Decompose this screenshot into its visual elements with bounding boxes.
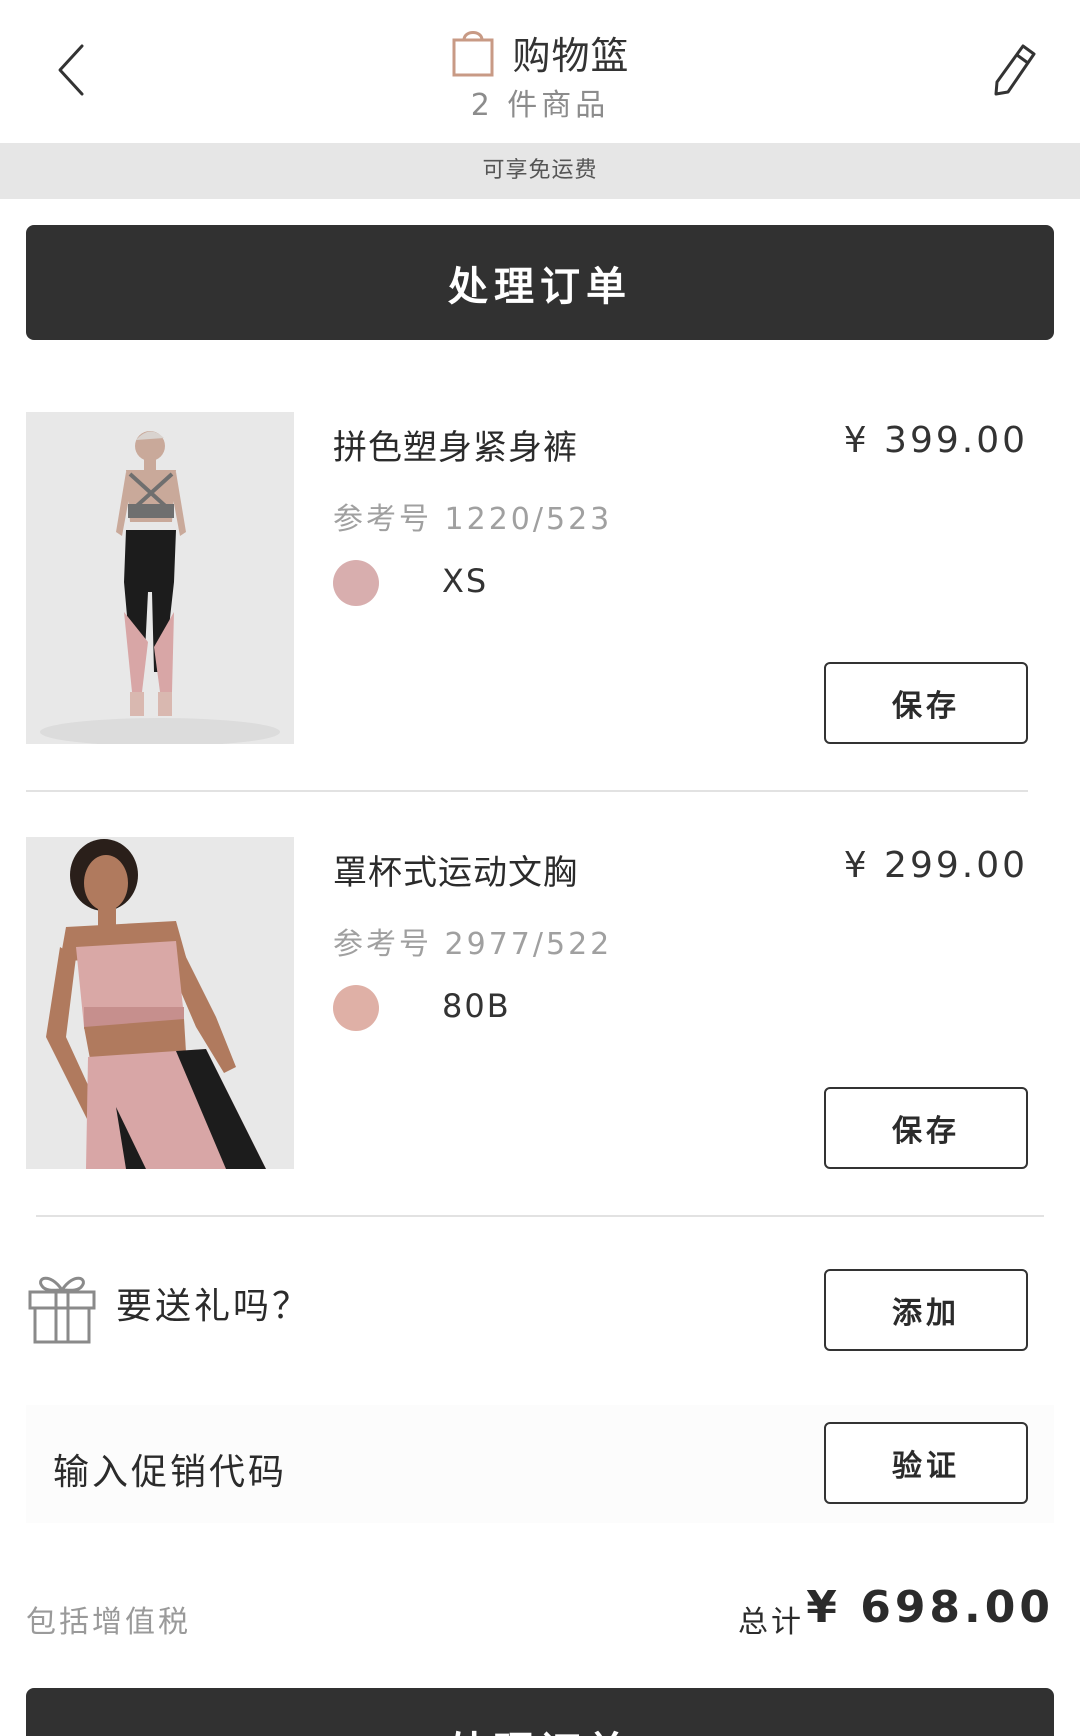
product-reference: 参考号 1220/523 bbox=[333, 502, 613, 537]
product-size: XS bbox=[442, 562, 489, 600]
cart-item: 拼色塑身紧身裤 ¥ 399.00 参考号 1220/523 XS 保存 bbox=[26, 412, 1028, 747]
checkout-button-bottom[interactable]: 处理订单 bbox=[26, 1688, 1054, 1736]
color-swatch bbox=[333, 560, 379, 606]
divider bbox=[36, 1215, 1044, 1217]
checkout-button[interactable]: 处理订单 bbox=[26, 225, 1054, 340]
cart-item: 罩杯式运动文胸 ¥ 299.00 参考号 2977/522 80B 保存 bbox=[26, 837, 1028, 1172]
shopping-bag-icon bbox=[452, 31, 494, 77]
save-button[interactable]: 保存 bbox=[824, 1087, 1028, 1169]
verify-promo-button[interactable]: 验证 bbox=[824, 1422, 1028, 1504]
product-price: ¥ 399.00 bbox=[843, 420, 1028, 461]
product-image[interactable] bbox=[26, 837, 294, 1169]
color-swatch bbox=[333, 985, 379, 1031]
divider bbox=[26, 790, 1028, 792]
product-size: 80B bbox=[442, 987, 511, 1025]
item-count: 2 件商品 bbox=[470, 88, 610, 123]
pencil-icon bbox=[994, 44, 1036, 96]
sports-bra-photo bbox=[26, 837, 294, 1169]
free-shipping-banner: 可享免运费 bbox=[0, 143, 1080, 199]
page-title: 购物篮 bbox=[512, 33, 630, 78]
add-gift-button[interactable]: 添加 bbox=[824, 1269, 1028, 1351]
title-row: 购物篮 bbox=[0, 22, 1080, 82]
product-name[interactable]: 罩杯式运动文胸 bbox=[333, 845, 578, 894]
gift-icon bbox=[28, 1276, 96, 1344]
promo-code-input[interactable]: 输入促销代码 bbox=[53, 1443, 287, 1495]
leggings-photo bbox=[26, 412, 294, 744]
vat-note: 包括增值税 bbox=[26, 1605, 191, 1640]
total-value: ¥ 698.00 bbox=[806, 1582, 1054, 1633]
header: 购物篮 2 件商品 bbox=[0, 0, 1080, 143]
product-reference: 参考号 2977/522 bbox=[333, 927, 613, 962]
gift-label: 要送礼吗？ bbox=[116, 1286, 312, 1327]
product-name[interactable]: 拼色塑身紧身裤 bbox=[333, 420, 578, 469]
save-button[interactable]: 保存 bbox=[824, 662, 1028, 744]
edit-button[interactable] bbox=[990, 42, 1040, 98]
product-image[interactable] bbox=[26, 412, 294, 744]
total-label: 总计 bbox=[738, 1605, 804, 1640]
product-price: ¥ 299.00 bbox=[843, 845, 1028, 886]
shopping-basket-page: 购物篮 2 件商品 可享免运费 处理订单 拼色塑身紧身裤 ¥ 399.00 参考… bbox=[0, 0, 1080, 1736]
